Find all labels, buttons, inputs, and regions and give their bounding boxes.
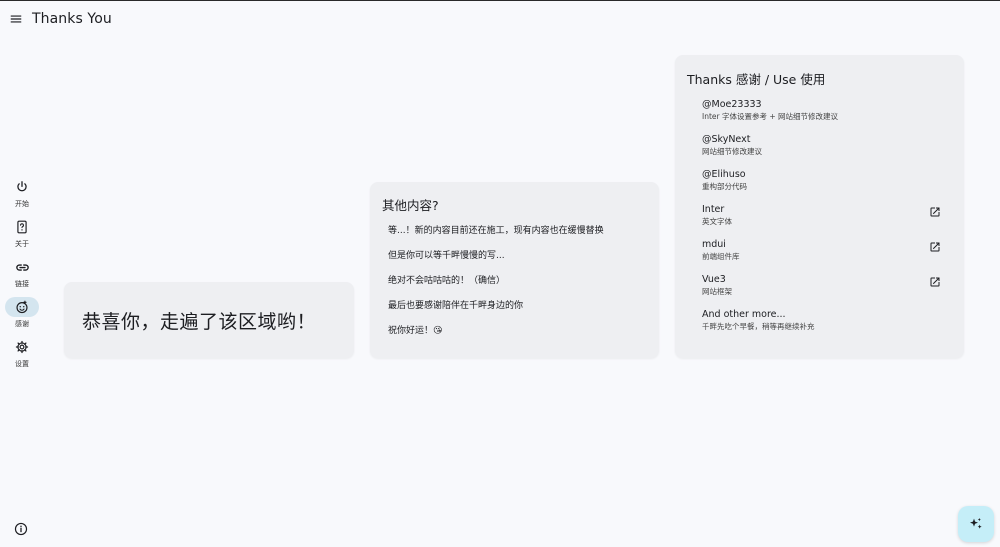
link-icon — [15, 263, 29, 271]
thanks-item-name: @Elihuso — [702, 169, 746, 180]
rail-item-start[interactable]: 开始 — [0, 177, 44, 217]
thanks-list: @Moe23333 Inter 字体设置参考 + 网站细节修改建议 @SkyNe… — [702, 98, 952, 343]
menu-button[interactable] — [2, 5, 30, 33]
sparkle-icon — [970, 518, 982, 529]
rail-item-links[interactable]: 链接 — [0, 257, 44, 297]
thanks-item-desc: 网站框架 — [702, 287, 732, 296]
rail-item-about[interactable]: 关于 — [0, 217, 44, 257]
ai-fab-button[interactable] — [958, 506, 994, 542]
navigation-rail: 开始 关于 链接 感谢 设置 — [0, 177, 44, 377]
rail-label: 链接 — [15, 280, 29, 288]
rail-label: 关于 — [15, 240, 29, 248]
other-line: 但是你可以等千畔慢慢的写... — [388, 251, 505, 261]
external-link-icon — [930, 242, 940, 252]
thanks-item-elihuso: @Elihuso 重构部分代码 — [702, 168, 952, 203]
rail-label: 开始 — [15, 200, 29, 208]
other-line: 等...！新的内容目前还在施工，现有内容也在缓慢替换 — [388, 226, 604, 236]
thanks-item-desc: 英文字体 — [702, 217, 732, 226]
thanks-item-other: And other more... 千畔先吃个早餐，稍等再继续补充 — [702, 308, 952, 343]
other-line: 绝对不会咕咕咕的！（确信） — [388, 276, 506, 286]
thanks-item-desc: 前端组件库 — [702, 252, 740, 261]
external-link-icon — [930, 207, 940, 217]
thanks-item-name: @Moe23333 — [702, 99, 762, 110]
thanks-item-inter[interactable]: Inter 英文字体 — [702, 203, 952, 238]
thanks-item-desc: 千畔先吃个早餐，稍等再继续补充 — [702, 322, 815, 331]
rail-item-thanks[interactable]: 感谢 — [0, 297, 44, 337]
thanks-item-vue3[interactable]: Vue3 网站框架 — [702, 273, 952, 308]
rail-label: 感谢 — [15, 320, 29, 328]
external-link-icon — [930, 277, 940, 287]
open-vue3-link-button[interactable] — [928, 275, 942, 289]
thanks-card: Thanks 感谢 / Use 使用 @Moe23333 Inter 字体设置参… — [675, 55, 964, 358]
other-content-card: 其他内容? 等...！新的内容目前还在施工，现有内容也在缓慢替换 但是你可以等千… — [370, 182, 659, 358]
rail-item-settings[interactable]: 设置 — [0, 337, 44, 377]
open-mdui-link-button[interactable] — [928, 240, 942, 254]
congrats-card: 恭喜你，走遍了该区域哟！ — [64, 282, 354, 358]
thanks-item-name: Vue3 — [702, 274, 726, 285]
thanks-item-desc: 网站细节修改建议 — [702, 147, 762, 156]
congrats-text: 恭喜你，走遍了该区域哟！ — [82, 310, 317, 333]
other-line: 最后也要感谢陪伴在千畔身边的你 — [388, 301, 524, 311]
thanks-item-desc: 重构部分代码 — [702, 182, 747, 191]
other-card-title: 其他内容? — [382, 198, 439, 213]
power-icon — [17, 181, 27, 192]
page-title: Thanks You — [32, 11, 112, 27]
thanks-item-desc: Inter 字体设置参考 + 网站细节修改建议 — [702, 112, 839, 121]
info-icon — [14, 522, 28, 536]
thanks-item-name: @SkyNext — [702, 134, 751, 145]
open-inter-link-button[interactable] — [928, 205, 942, 219]
top-app-bar: Thanks You — [0, 1, 1000, 37]
thanks-item-moe23333: @Moe23333 Inter 字体设置参考 + 网站细节修改建议 — [702, 98, 952, 133]
thanks-item-name: And other more... — [702, 309, 786, 320]
thanks-item-name: mdui — [702, 239, 726, 250]
thanks-card-title: Thanks 感谢 / Use 使用 — [687, 72, 826, 87]
other-line: 祝你好运！😘 — [388, 326, 443, 336]
menu-icon — [10, 15, 22, 23]
gear-icon — [15, 340, 29, 354]
thanks-item-name: Inter — [702, 204, 725, 215]
emoji-icon — [16, 300, 28, 314]
help-icon — [17, 220, 27, 234]
info-button[interactable] — [12, 520, 30, 538]
thanks-item-skynext: @SkyNext 网站细节修改建议 — [702, 133, 952, 168]
thanks-item-mdui[interactable]: mdui 前端组件库 — [702, 238, 952, 273]
rail-label: 设置 — [15, 360, 29, 368]
